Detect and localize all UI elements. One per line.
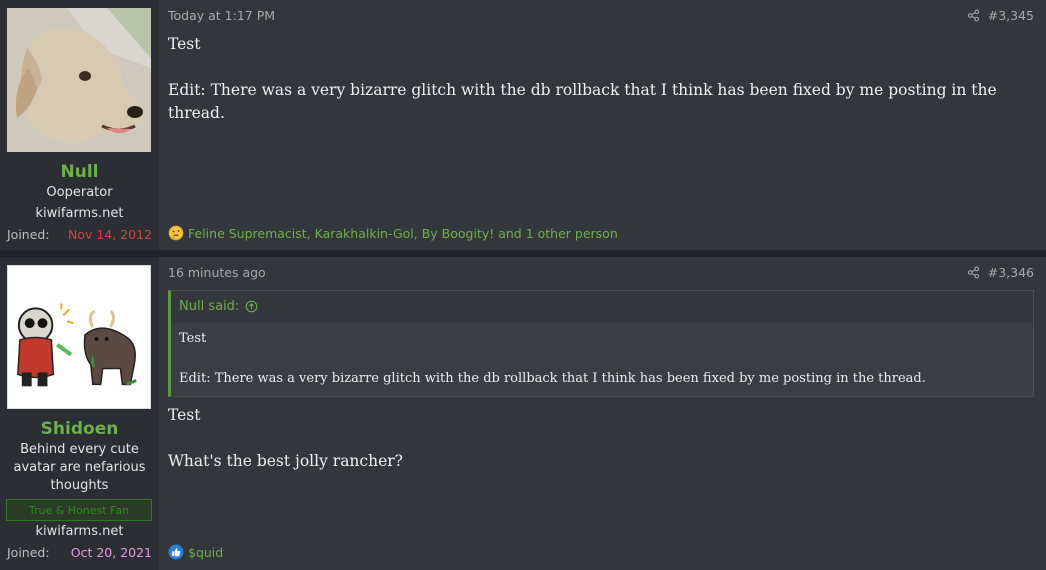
quote-line: Edit: There was a very bizarre glitch wi… [179,371,926,386]
username[interactable]: Null [0,162,159,182]
post-header: 16 minutes ago #3,346 [168,265,1034,280]
reactions-bar[interactable]: Feline Supremacist, Karakhalkin-Gol, By … [168,225,1034,241]
arrow-up-circle-icon[interactable] [245,300,258,313]
post-timestamp[interactable]: 16 minutes ago [168,265,266,280]
avatar[interactable] [7,8,151,152]
user-cell: Null Ooperator kiwifarms.net Joined: Nov… [0,0,159,250]
reactions-bar[interactable]: $quid [168,544,1034,560]
message-line: Edit: There was a very bizarre glitch wi… [168,81,997,122]
post-timestamp[interactable]: Today at 1:17 PM [168,8,275,23]
post: Null Ooperator kiwifarms.net Joined: Nov… [0,0,1046,251]
post-number[interactable]: #3,345 [988,8,1034,23]
reactions-text[interactable]: $quid [188,545,223,560]
user-title: Ooperator [46,185,113,200]
thinking-emoji-icon [168,225,184,241]
share-icon[interactable] [967,9,980,22]
post-header: Today at 1:17 PM #3,345 [168,8,1034,23]
content-cell: 16 minutes ago #3,346 Null said: Test Ed… [159,257,1046,570]
quote-header[interactable]: Null said: [171,291,1033,323]
joined-label: Joined: [7,227,50,242]
joined-row: Joined: Nov 14, 2012 [7,227,152,242]
message-line: Test [168,35,201,53]
user-banner: True & Honest Fan [6,499,152,521]
user-site: kiwifarms.net [35,524,124,539]
username[interactable]: Shidoen [0,419,159,439]
user-cell: Shidoen Behind every cute avatar are nef… [0,257,159,570]
thread: Null Ooperator kiwifarms.net Joined: Nov… [0,0,1046,570]
user-site: kiwifarms.net [35,206,124,221]
quote-body: Test Edit: There was a very bizarre glit… [171,323,1033,389]
quote-line: Test [179,331,207,346]
like-thumb-icon [168,544,184,560]
share-icon[interactable] [967,266,980,279]
dog-avatar-icon [7,8,151,152]
joined-label: Joined: [7,545,50,560]
joined-date: Nov 14, 2012 [67,227,152,242]
joined-row: Joined: Oct 20, 2021 [7,545,152,560]
post-message: Test Edit: There was a very bizarre glit… [168,33,1034,125]
post: Shidoen Behind every cute avatar are nef… [0,257,1046,570]
quote-block: Null said: Test Edit: There was a very b… [168,290,1034,397]
avatar[interactable] [7,265,151,409]
message-line: What's the best jolly rancher? [168,452,403,470]
post-number[interactable]: #3,346 [988,265,1034,280]
quote-author[interactable]: Null said: [179,299,239,314]
cartoon-avatar-icon [8,266,150,408]
post-message: Test What's the best jolly rancher? [168,404,1034,473]
user-title: Behind every cute avatar are nefarious t… [13,442,146,493]
joined-date: Oct 20, 2021 [70,545,152,560]
reactions-text[interactable]: Feline Supremacist, Karakhalkin-Gol, By … [188,226,618,241]
content-cell: Today at 1:17 PM #3,345 Test Edit: There… [159,0,1046,250]
message-line: Test [168,406,201,424]
